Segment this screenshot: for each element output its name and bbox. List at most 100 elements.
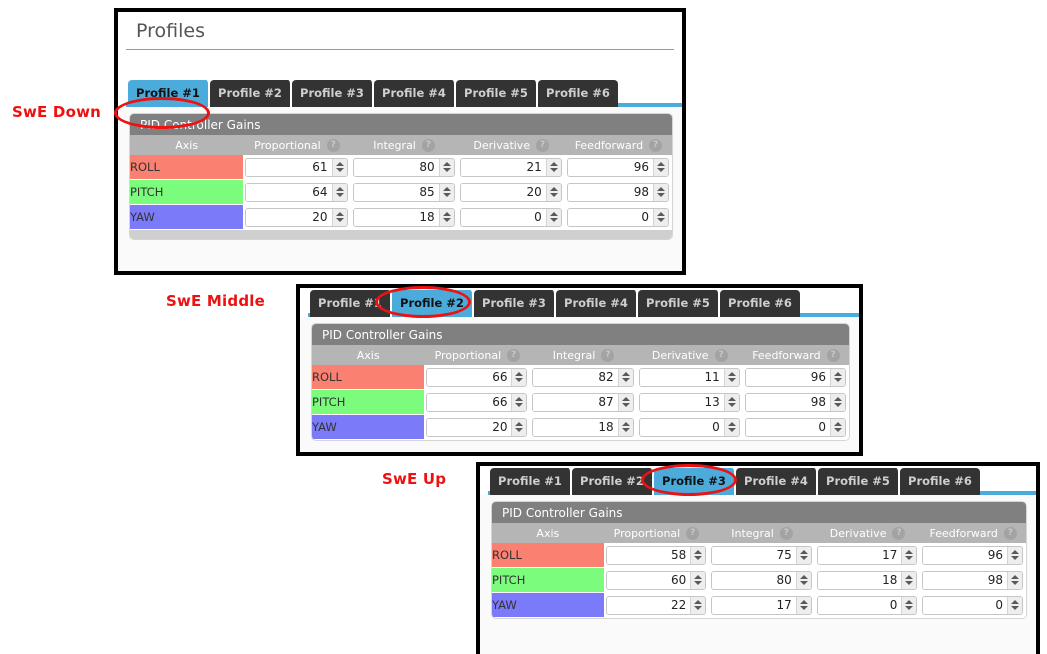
tab-profile-2[interactable]: Profile #2 — [572, 468, 654, 495]
spinner-up-icon[interactable] — [515, 397, 524, 401]
tab-profile-1[interactable]: Profile #1 — [310, 290, 392, 317]
spinner-up-icon[interactable] — [905, 600, 914, 604]
tab-profile-4[interactable]: Profile #4 — [736, 468, 818, 495]
spinner-up-icon[interactable] — [442, 187, 451, 191]
input-pitch-integral[interactable]: 85 — [352, 182, 455, 202]
tab-profile-4[interactable]: Profile #4 — [374, 80, 456, 107]
spinner-pitch-proportional[interactable] — [331, 183, 347, 201]
spinner-yaw-derivative[interactable] — [901, 596, 917, 614]
spinner-roll-feedforward[interactable] — [1007, 546, 1022, 564]
input-pitch-derivative[interactable]: 13 — [638, 392, 740, 412]
spinner-down-icon[interactable] — [657, 193, 665, 197]
help-circle-icon[interactable]: ? — [892, 526, 906, 540]
help-circle-icon[interactable]: ? — [686, 526, 700, 540]
spinner-down-icon[interactable] — [799, 556, 808, 561]
tab-profile-3[interactable]: Profile #3 — [292, 80, 374, 107]
spinner-down-icon[interactable] — [335, 193, 344, 197]
help-circle-icon[interactable]: ? — [507, 348, 521, 362]
spinner-yaw-feedforward[interactable] — [830, 418, 845, 436]
spinner-pitch-feedforward[interactable] — [830, 393, 845, 411]
spinner-down-icon[interactable] — [442, 218, 451, 222]
spinner-down-icon[interactable] — [442, 168, 451, 173]
spinner-pitch-integral[interactable] — [438, 183, 454, 201]
tab-profile-2[interactable]: Profile #2 — [210, 80, 292, 107]
help-circle-icon[interactable]: ? — [601, 348, 615, 362]
input-roll-integral[interactable]: 75 — [711, 545, 812, 565]
input-yaw-derivative[interactable]: 0 — [459, 207, 562, 227]
input-yaw-derivative[interactable]: 0 — [638, 417, 740, 437]
spinner-down-icon[interactable] — [621, 428, 630, 432]
spinner-up-icon[interactable] — [727, 372, 736, 377]
input-yaw-integral[interactable]: 18 — [532, 417, 634, 437]
spinner-roll-derivative[interactable] — [901, 546, 917, 564]
spinner-down-icon[interactable] — [549, 218, 558, 222]
spinner-yaw-proportional[interactable] — [511, 418, 527, 436]
spinner-down-icon[interactable] — [1011, 606, 1019, 610]
spinner-roll-proportional[interactable] — [331, 158, 347, 176]
tab-profile-1[interactable]: Profile #1 — [490, 468, 572, 495]
spinner-roll-feedforward[interactable] — [830, 368, 845, 386]
spinner-down-icon[interactable] — [834, 428, 842, 432]
spinner-up-icon[interactable] — [1011, 575, 1019, 579]
spinner-roll-integral[interactable] — [795, 546, 811, 564]
help-circle-icon[interactable]: ? — [326, 138, 340, 152]
help-circle-icon[interactable]: ? — [779, 526, 793, 540]
spinner-up-icon[interactable] — [727, 422, 736, 426]
spinner-up-icon[interactable] — [621, 397, 630, 401]
tab-profile-5[interactable]: Profile #5 — [638, 290, 720, 317]
spinner-down-icon[interactable] — [834, 378, 842, 383]
input-pitch-proportional[interactable]: 66 — [426, 392, 528, 412]
spinner-pitch-feedforward[interactable] — [653, 183, 668, 201]
tab-profile-5[interactable]: Profile #5 — [818, 468, 900, 495]
spinner-pitch-derivative[interactable] — [901, 571, 917, 589]
spinner-down-icon[interactable] — [905, 606, 914, 610]
input-roll-proportional[interactable]: 61 — [245, 157, 348, 177]
input-roll-feedforward[interactable]: 96 — [744, 367, 846, 387]
spinner-up-icon[interactable] — [515, 372, 524, 377]
spinner-pitch-derivative[interactable] — [723, 393, 739, 411]
spinner-up-icon[interactable] — [549, 162, 558, 167]
input-roll-feedforward[interactable]: 96 — [566, 157, 669, 177]
spinner-up-icon[interactable] — [549, 212, 558, 216]
spinner-up-icon[interactable] — [694, 550, 703, 555]
help-circle-icon[interactable]: ? — [649, 138, 663, 152]
spinner-down-icon[interactable] — [727, 378, 736, 383]
spinner-down-icon[interactable] — [694, 556, 703, 561]
spinner-yaw-proportional[interactable] — [690, 596, 706, 614]
spinner-up-icon[interactable] — [442, 212, 451, 216]
spinner-down-icon[interactable] — [549, 193, 558, 197]
tab-profile-6[interactable]: Profile #6 — [538, 80, 618, 107]
spinner-down-icon[interactable] — [335, 168, 344, 173]
spinner-up-icon[interactable] — [621, 372, 630, 377]
spinner-up-icon[interactable] — [1011, 600, 1019, 604]
spinner-yaw-integral[interactable] — [795, 596, 811, 614]
spinner-pitch-feedforward[interactable] — [1007, 571, 1022, 589]
spinner-down-icon[interactable] — [335, 218, 344, 222]
tab-profile-3[interactable]: Profile #3 — [654, 468, 736, 495]
help-circle-icon[interactable]: ? — [826, 348, 840, 362]
spinner-down-icon[interactable] — [1011, 581, 1019, 585]
spinner-down-icon[interactable] — [905, 556, 914, 561]
spinner-up-icon[interactable] — [834, 372, 842, 377]
input-yaw-integral[interactable]: 18 — [352, 207, 455, 227]
spinner-pitch-integral[interactable] — [795, 571, 811, 589]
spinner-yaw-derivative[interactable] — [723, 418, 739, 436]
input-roll-derivative[interactable]: 21 — [459, 157, 562, 177]
input-pitch-integral[interactable]: 80 — [711, 570, 812, 590]
spinner-up-icon[interactable] — [694, 575, 703, 579]
input-roll-integral[interactable]: 82 — [532, 367, 634, 387]
spinner-yaw-feedforward[interactable] — [1007, 596, 1022, 614]
spinner-yaw-derivative[interactable] — [545, 208, 561, 226]
tab-profile-6[interactable]: Profile #6 — [720, 290, 800, 317]
input-yaw-feedforward[interactable]: 0 — [744, 417, 846, 437]
spinner-up-icon[interactable] — [621, 422, 630, 426]
spinner-up-icon[interactable] — [905, 550, 914, 555]
spinner-roll-feedforward[interactable] — [653, 158, 668, 176]
spinner-down-icon[interactable] — [834, 403, 842, 407]
spinner-pitch-derivative[interactable] — [545, 183, 561, 201]
spinner-roll-derivative[interactable] — [723, 368, 739, 386]
spinner-down-icon[interactable] — [657, 168, 665, 173]
spinner-down-icon[interactable] — [442, 193, 451, 197]
spinner-down-icon[interactable] — [621, 378, 630, 383]
input-pitch-proportional[interactable]: 64 — [245, 182, 348, 202]
